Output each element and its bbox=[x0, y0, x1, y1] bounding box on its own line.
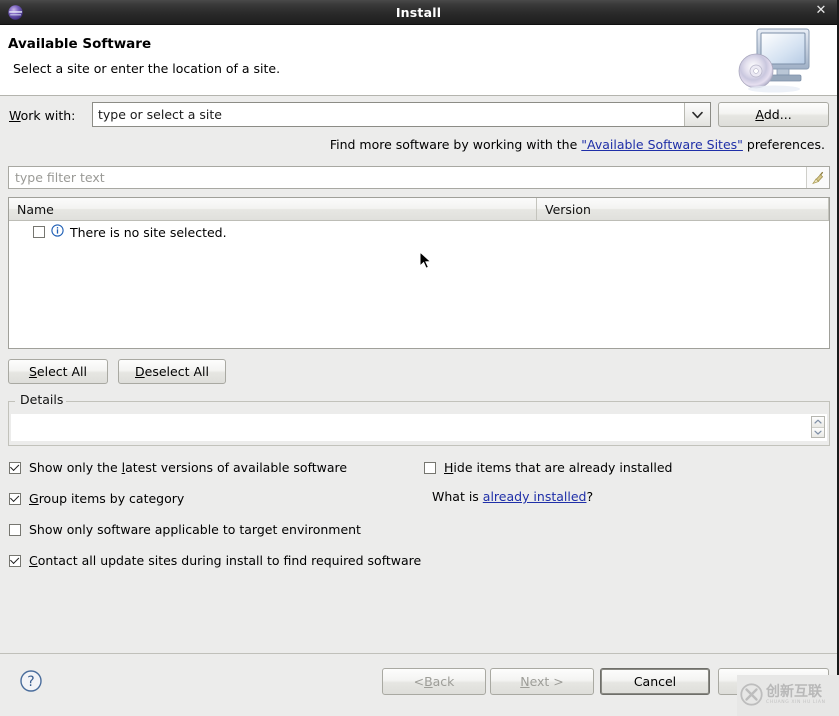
cancel-button[interactable]: Cancel bbox=[600, 668, 710, 695]
available-software-table[interactable]: Name Version There is no site selected. bbox=[8, 197, 830, 349]
checkbox-hide-already-installed[interactable] bbox=[424, 462, 436, 474]
page-subtitle: Select a site or enter the location of a… bbox=[13, 61, 280, 76]
option-label: Show only software applicable to target … bbox=[29, 522, 361, 537]
column-header-version[interactable]: Version bbox=[537, 198, 829, 220]
what-is-prefix: What is bbox=[432, 489, 483, 504]
option-contact-all-update-sites[interactable]: Contact all update sites during install … bbox=[9, 553, 421, 568]
option-label: Hide items that are already installed bbox=[444, 460, 672, 475]
dialog-header: Available Software Select a site or ente… bbox=[0, 25, 837, 96]
option-label: Group items by category bbox=[29, 491, 184, 506]
dialog-footer: ? < Back Next > Cancel bbox=[0, 653, 837, 716]
work-with-label: Work with: bbox=[9, 108, 75, 123]
window-title: Install bbox=[0, 5, 837, 20]
option-applicable-to-target[interactable]: Show only software applicable to target … bbox=[9, 522, 361, 537]
what-is-already-installed-text: What is already installed? bbox=[432, 489, 593, 504]
option-hide-already-installed[interactable]: Hide items that are already installed bbox=[424, 460, 672, 475]
close-icon[interactable]: ✕ bbox=[813, 3, 829, 19]
finish-button[interactable] bbox=[718, 668, 829, 695]
info-icon bbox=[51, 224, 64, 240]
find-more-software-text: Find more software by working with the "… bbox=[330, 137, 825, 152]
row-checkbox[interactable] bbox=[33, 226, 45, 238]
work-with-combo[interactable]: type or select a site bbox=[92, 102, 711, 127]
checkbox-show-latest-versions[interactable] bbox=[9, 462, 21, 474]
checkbox-contact-all-update-sites[interactable] bbox=[9, 555, 21, 567]
back-button[interactable]: < Back bbox=[382, 668, 486, 695]
svg-text:?: ? bbox=[27, 674, 34, 690]
chevron-up-icon[interactable] bbox=[812, 417, 824, 427]
row-name-cell: There is no site selected. bbox=[70, 225, 227, 240]
title-bar: Install ✕ bbox=[0, 0, 837, 25]
work-with-row: Work with: type or select a site Add... bbox=[0, 102, 839, 130]
checkbox-group-by-category[interactable] bbox=[9, 493, 21, 505]
option-label: Contact all update sites during install … bbox=[29, 553, 421, 568]
broom-clear-icon[interactable] bbox=[806, 167, 829, 188]
table-header-row: Name Version bbox=[9, 198, 829, 221]
page-title: Available Software bbox=[8, 36, 151, 52]
already-installed-link[interactable]: already installed bbox=[483, 489, 587, 504]
group-border-left bbox=[9, 401, 15, 402]
select-all-button[interactable]: Select All bbox=[8, 359, 108, 384]
chevron-down-icon[interactable] bbox=[812, 427, 824, 438]
details-scroll-spinner[interactable] bbox=[811, 416, 825, 438]
find-more-suffix: preferences. bbox=[743, 137, 825, 152]
find-more-prefix: Find more software by working with the bbox=[330, 137, 581, 152]
help-question-icon[interactable]: ? bbox=[19, 669, 43, 693]
install-dialog-window: Install ✕ Available Software Select a si… bbox=[0, 0, 839, 716]
filter-input-placeholder[interactable]: type filter text bbox=[9, 170, 806, 185]
what-is-suffix: ? bbox=[586, 489, 593, 504]
add-site-button[interactable]: Add... bbox=[718, 102, 829, 127]
option-label: Show only the latest versions of availab… bbox=[29, 460, 347, 475]
table-row[interactable]: There is no site selected. bbox=[9, 221, 829, 243]
next-button[interactable]: Next > bbox=[490, 668, 594, 695]
eclipse-globe-icon bbox=[5, 2, 25, 22]
filter-field[interactable]: type filter text bbox=[8, 166, 830, 189]
available-software-sites-link[interactable]: "Available Software Sites" bbox=[581, 137, 743, 152]
option-show-latest-versions[interactable]: Show only the latest versions of availab… bbox=[9, 460, 347, 475]
chevron-down-icon[interactable] bbox=[684, 103, 710, 126]
details-group-label: Details bbox=[17, 392, 66, 407]
option-group-by-category[interactable]: Group items by category bbox=[9, 491, 184, 506]
work-with-input[interactable]: type or select a site bbox=[93, 103, 684, 126]
deselect-all-button[interactable]: Deselect All bbox=[118, 359, 226, 384]
details-text-area[interactable] bbox=[11, 414, 827, 441]
checkbox-applicable-to-target[interactable] bbox=[9, 524, 21, 536]
dialog-body: Work with: type or select a site Add... … bbox=[0, 96, 837, 653]
column-header-name[interactable]: Name bbox=[9, 198, 537, 220]
monitor-with-disc-icon bbox=[732, 25, 837, 96]
group-border-right bbox=[65, 401, 829, 402]
details-group: Details bbox=[8, 401, 830, 446]
